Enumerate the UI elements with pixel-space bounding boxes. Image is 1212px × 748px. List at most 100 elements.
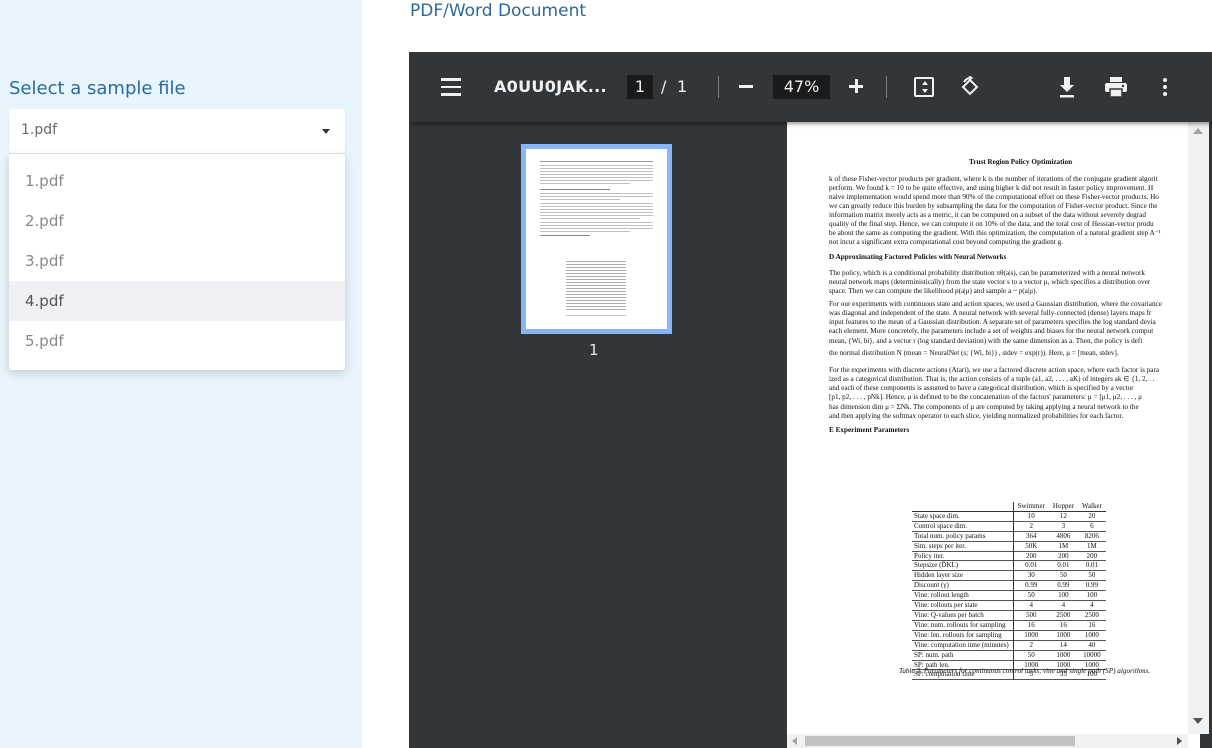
- table-cell: 200: [1086, 551, 1098, 560]
- table-row-label: Discount (γ): [912, 580, 1014, 591]
- table-cell: 364: [1026, 531, 1037, 540]
- zoom-input[interactable]: 47%: [773, 75, 830, 99]
- table-row-label: State space dim.: [912, 511, 1014, 522]
- table-row-label: Vine: Q-values per batch: [912, 610, 1014, 621]
- parameters-table: Swimmer Hopper Walker State space dim. 10…: [912, 502, 1106, 680]
- vertical-scrollbar[interactable]: [1188, 122, 1209, 734]
- table-cell: 2500: [1056, 610, 1071, 619]
- caret-down-icon: [322, 129, 330, 134]
- table-row-label: Hidden layer size: [912, 570, 1014, 581]
- table-row-label: Sim. steps per iter.: [912, 541, 1014, 552]
- horizontal-scroll-thumb[interactable]: [805, 736, 1075, 746]
- d-paragraph-line: each element. More concretely, the param…: [829, 327, 1154, 335]
- table-cell: 500: [1026, 610, 1037, 619]
- table-cell: 10: [1027, 511, 1035, 520]
- table-cell: 8206: [1084, 531, 1099, 540]
- table-cell: 100: [1086, 591, 1098, 600]
- table-cell: 1M: [1087, 541, 1097, 550]
- dropdown-option-4[interactable]: 4.pdf: [9, 281, 345, 321]
- table-row: Stepsize (D̄KL) 0.01 0.01 0.01: [912, 560, 1106, 571]
- table-cell: 100: [1058, 591, 1069, 600]
- table-row-label: Vine: len. rollouts for sampling: [912, 630, 1014, 641]
- print-icon[interactable]: [1104, 77, 1128, 98]
- table-cell: 1000: [1024, 630, 1039, 639]
- d-paragraph-line: space. Then we can compute the likelihoo…: [829, 287, 1038, 295]
- d-paragraph-line: was diagonal and independent of the stat…: [829, 309, 1152, 317]
- table-cell: 1000: [1084, 630, 1099, 639]
- table-row-label: SP: num. path: [912, 650, 1014, 660]
- dropdown-option-5[interactable]: 5.pdf: [9, 321, 345, 361]
- download-icon[interactable]: [1057, 75, 1077, 99]
- thumbnail-page-number: 1: [589, 341, 599, 359]
- table-cell: 1M: [1058, 541, 1069, 550]
- table-row: Total num. policy params 364 4806 8206: [912, 531, 1106, 542]
- table-cell: 50: [1027, 591, 1035, 600]
- table-cell: 2: [1029, 640, 1034, 649]
- menu-icon[interactable]: [441, 78, 461, 96]
- d-paragraph-line: input features to the mean of a Gaussian…: [829, 318, 1156, 326]
- d-paragraph-line: and then applying the softmax operator t…: [829, 412, 1124, 420]
- d-paragraph-line: For the experiments with discrete action…: [829, 366, 1160, 374]
- table-row: Control space dim. 2 3 6: [912, 521, 1106, 532]
- scroll-left-icon[interactable]: [792, 737, 797, 745]
- zoom-out-icon[interactable]: [739, 85, 753, 88]
- d-paragraph-line: the normal distribution N (mean = Neural…: [829, 349, 1119, 357]
- toolbar-divider: [718, 76, 719, 98]
- table-cell: 50: [1027, 650, 1035, 659]
- select-file-label: Select a sample file: [9, 78, 186, 99]
- d-paragraph-line: For our experiments with continuous stat…: [829, 300, 1162, 308]
- table-cell: 12: [1059, 511, 1067, 520]
- table-row: Vine: num. rollouts for sampling 16 16 16: [912, 620, 1106, 631]
- table-row-label: Vine: rollouts per state: [912, 600, 1014, 611]
- table-cell: 16: [1088, 620, 1096, 629]
- table-caption: Table 2. Parameters for continuous contr…: [899, 667, 1151, 675]
- table-row-label: Policy iter.: [912, 551, 1014, 561]
- scroll-right-icon[interactable]: [1177, 737, 1182, 745]
- page-thumbnail[interactable]: [521, 144, 672, 334]
- table-header: Walker: [1077, 502, 1106, 512]
- intro-line: perform. We found k = 10 to be quite eff…: [829, 184, 1154, 192]
- table-cell: 0.99: [1025, 581, 1038, 590]
- page-number-input[interactable]: 1: [627, 75, 653, 99]
- pdf-viewer: A0UU0JAK... 1 / 1 47% 1 Trust Region Pol…: [409, 52, 1212, 748]
- table-cell: 4: [1090, 601, 1094, 610]
- thumbnail-preview: [526, 149, 667, 329]
- d-paragraph-line: [p1, p2, . . . , pNk]. Hence, μ is defin…: [829, 393, 1143, 401]
- table-cell: 200: [1058, 551, 1069, 560]
- table-row: Vine: Q-values per batch 500 2500 2500: [912, 610, 1106, 621]
- table-row: Vine: rollout length 50 100 100: [912, 590, 1106, 601]
- horizontal-scrollbar[interactable]: [787, 734, 1188, 748]
- rotate-icon[interactable]: [959, 75, 981, 98]
- intro-line: quality of the final step. Hence, we can…: [829, 220, 1154, 228]
- table-header: Hopper: [1048, 502, 1078, 512]
- scroll-up-icon[interactable]: [1193, 128, 1203, 134]
- dropdown-option-3[interactable]: 3.pdf: [9, 241, 345, 281]
- table-cell: 0.01: [1025, 561, 1038, 570]
- table-cell: 30: [1027, 571, 1035, 580]
- file-select[interactable]: 1.pdf: [9, 109, 345, 153]
- fit-page-icon[interactable]: [914, 77, 934, 97]
- dropdown-option-1[interactable]: 1.pdf: [9, 161, 345, 201]
- page-header: Trust Region Policy Optimization: [969, 158, 1073, 166]
- table-row-label: Vine: computation time (minutes): [912, 640, 1014, 651]
- table-row: Vine: computation time (minutes) 2 14 40: [912, 640, 1106, 651]
- table-row: Sim. steps per iter. 50K 1M 1M: [912, 541, 1106, 552]
- table-cell: 10000: [1083, 650, 1101, 659]
- zoom-in-icon-vertical[interactable]: [855, 79, 858, 93]
- table-cell: 2500: [1084, 610, 1099, 619]
- dropdown-option-2[interactable]: 2.pdf: [9, 201, 345, 241]
- table-row-label: Vine: rollout length: [912, 590, 1014, 601]
- table-row: Vine: rollouts per state 4 4 4: [912, 600, 1106, 611]
- d-paragraph-line: neural network maps (deterministically) …: [829, 278, 1151, 286]
- table-row-label: Total num. policy params: [912, 531, 1014, 542]
- table-row: Discount (γ) 0.99 0.99 0.99: [912, 580, 1106, 591]
- d-paragraph-line: has dimension dim μ = ΣNk. The component…: [829, 403, 1139, 411]
- table-cell: 3: [1061, 521, 1066, 530]
- section-e-heading: E Experiment Parameters: [829, 426, 910, 434]
- table-cell: 50: [1059, 571, 1067, 580]
- scroll-down-icon[interactable]: [1193, 718, 1203, 724]
- more-icon[interactable]: [1163, 78, 1167, 96]
- d-paragraph-line: ized as a categorical distribution. That…: [829, 375, 1155, 383]
- table-cell: 1000: [1056, 650, 1071, 659]
- intro-line: k of these Fisher-vector products per gr…: [829, 175, 1158, 183]
